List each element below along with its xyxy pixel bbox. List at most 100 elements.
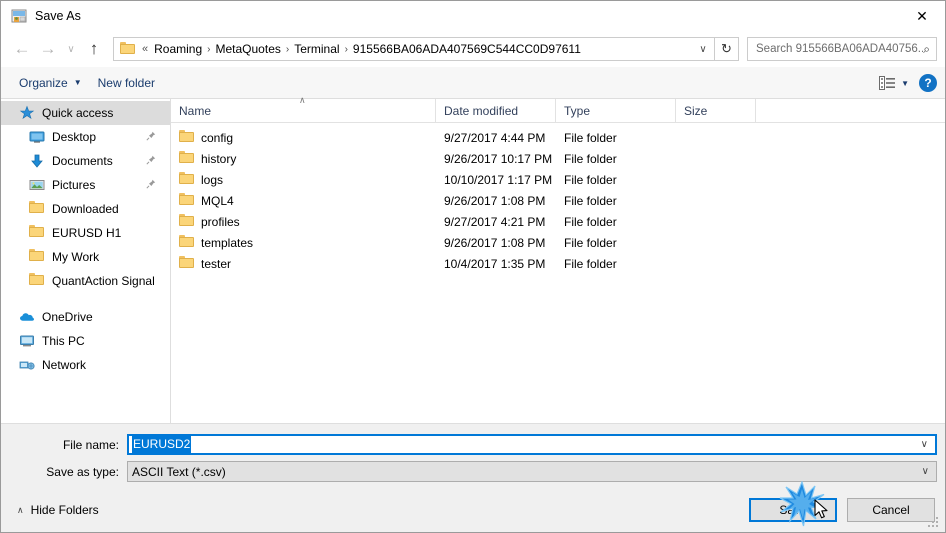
table-row[interactable]: profiles 9/27/2017 4:21 PM File folder <box>171 211 945 232</box>
sidebar-item-my-work[interactable]: My Work <box>1 245 170 269</box>
folder-icon <box>29 201 45 217</box>
folder-icon <box>179 150 194 167</box>
network-icon <box>19 357 35 373</box>
search-icon: ⌕ <box>923 41 930 56</box>
save-button[interactable]: Save <box>749 498 837 522</box>
breadcrumb-segment-1[interactable]: MetaQuotes <box>212 40 285 58</box>
table-row[interactable]: tester 10/4/2017 1:35 PM File folder <box>171 253 945 274</box>
sidebar-item-documents[interactable]: Documents <box>1 149 170 173</box>
chevron-down-icon[interactable]: ∨ <box>917 466 934 477</box>
recent-locations-icon[interactable]: ∨ <box>61 35 81 63</box>
file-name-label: history <box>201 151 237 166</box>
file-date-cell: 9/27/2017 4:21 PM <box>444 214 546 229</box>
help-button[interactable]: ? <box>919 74 937 92</box>
breadcrumb-segment-3[interactable]: 915566BA06ADA407569C544CC0D97611 <box>349 40 585 58</box>
file-name-cell: config <box>171 129 436 146</box>
documents-icon <box>29 153 45 169</box>
organize-button[interactable]: Organize ▼ <box>11 72 90 94</box>
save-as-type-select[interactable]: ASCII Text (*.csv) ∨ <box>127 461 937 482</box>
file-type-cell: File folder <box>564 130 617 145</box>
star-pin-icon <box>19 105 35 121</box>
dialog-footer: File name: EURUSD2 ∨ Save as type: ASCII… <box>1 423 945 532</box>
folder-icon <box>29 225 45 241</box>
breadcrumb-segment-0[interactable]: Roaming <box>150 40 206 58</box>
file-date-cell: 9/26/2017 10:17 PM <box>444 151 553 166</box>
sidebar-item-label: Documents <box>52 154 113 168</box>
sidebar-item-desktop[interactable]: Desktop <box>1 125 170 149</box>
file-name-label: tester <box>201 256 232 271</box>
pin-icon <box>146 155 156 168</box>
sidebar-item-quick-access[interactable]: Quick access <box>1 101 170 125</box>
organize-label: Organize <box>19 75 68 90</box>
file-name-label: MQL4 <box>201 193 234 208</box>
breadcrumb-overflow[interactable]: « <box>140 43 150 55</box>
save-as-type-value: ASCII Text (*.csv) <box>132 464 226 479</box>
file-name-cell: tester <box>171 255 436 272</box>
search-box[interactable]: Search 915566BA06ADA40756... ⌕ <box>747 37 937 61</box>
column-headers: Name Date modified Type Size ∧ <box>171 95 945 123</box>
sidebar-item-label: Desktop <box>52 130 97 144</box>
hide-folders-button[interactable]: ∧ Hide Folders <box>9 503 99 517</box>
file-date-cell: 9/26/2017 1:08 PM <box>444 235 546 250</box>
sidebar-item-label: Pictures <box>52 178 96 192</box>
toolbar-right-group: ▼ ? <box>879 67 937 99</box>
file-name-cell: profiles <box>171 213 436 230</box>
new-folder-button[interactable]: New folder <box>90 72 163 94</box>
table-row[interactable]: logs 10/10/2017 1:17 PM File folder <box>171 169 945 190</box>
forward-icon[interactable]: → <box>35 35 61 63</box>
sidebar-item-label: This PC <box>42 334 85 348</box>
sidebar-item-onedrive[interactable]: OneDrive <box>1 305 170 329</box>
file-list-pane: Name Date modified Type Size ∧ config 9/… <box>171 95 945 423</box>
column-header-type[interactable]: Type <box>556 99 676 123</box>
file-name-label: File name: <box>62 437 119 452</box>
address-bar[interactable]: « Roaming › MetaQuotes › Terminal › 9155… <box>113 37 715 61</box>
file-date-cell: 9/26/2017 1:08 PM <box>444 193 546 208</box>
navigation-pane: Quick access Desktop Documents Pictures … <box>1 99 171 423</box>
file-name-row: File name: EURUSD2 ∨ <box>1 434 945 455</box>
resize-grip[interactable] <box>928 517 940 529</box>
search-input[interactable]: Search 915566BA06ADA40756... <box>756 43 923 55</box>
address-dropdown-icon[interactable]: ∨ <box>694 44 712 55</box>
sidebar-item-eurusd-h1[interactable]: EURUSD H1 <box>1 221 170 245</box>
button-row: ∧ Hide Folders Save Cancel <box>1 488 945 532</box>
cancel-button[interactable]: Cancel <box>847 498 935 522</box>
file-name-input[interactable]: EURUSD2 ∨ <box>127 434 937 455</box>
sort-ascending-icon: ∧ <box>299 95 306 105</box>
pin-icon <box>146 131 156 144</box>
sidebar-item-label: QuantAction Signal <box>52 274 155 288</box>
sidebar-item-downloaded[interactable]: Downloaded <box>1 197 170 221</box>
table-row[interactable]: MQL4 9/26/2017 1:08 PM File folder <box>171 190 945 211</box>
refresh-icon[interactable]: ↻ <box>715 37 739 61</box>
chevron-down-icon: ▼ <box>901 78 909 88</box>
onedrive-icon <box>19 309 35 325</box>
pin-icon <box>146 179 156 192</box>
change-view-button[interactable]: ▼ <box>879 76 909 90</box>
sidebar-item-this-pc[interactable]: This PC <box>1 329 170 353</box>
breadcrumb-segment-2[interactable]: Terminal <box>290 40 343 58</box>
table-row[interactable]: config 9/27/2017 4:44 PM File folder <box>171 127 945 148</box>
column-header-size[interactable]: Size <box>676 99 756 123</box>
folder-icon <box>179 255 194 272</box>
new-folder-label: New folder <box>97 75 155 90</box>
table-row[interactable]: templates 9/26/2017 1:08 PM File folder <box>171 232 945 253</box>
sidebar-item-network[interactable]: Network <box>1 353 170 377</box>
command-toolbar: Organize ▼ New folder ▼ ? <box>1 67 945 99</box>
chevron-down-icon[interactable]: ∨ <box>916 439 933 450</box>
column-header-date-modified[interactable]: Date modified <box>436 99 556 123</box>
sidebar-item-pictures[interactable]: Pictures <box>1 173 170 197</box>
close-button[interactable]: ✕ <box>899 1 945 31</box>
file-name-cell: logs <box>171 171 436 188</box>
up-icon[interactable]: ↑ <box>81 35 107 63</box>
folder-icon <box>29 249 45 265</box>
save-as-type-row: Save as type: ASCII Text (*.csv) ∨ <box>1 461 945 482</box>
file-date-cell: 10/4/2017 1:35 PM <box>444 256 546 271</box>
table-row[interactable]: history 9/26/2017 10:17 PM File folder <box>171 148 945 169</box>
file-date-cell: 10/10/2017 1:17 PM <box>444 172 553 187</box>
back-icon[interactable]: ← <box>9 35 35 63</box>
chevron-up-icon: ∧ <box>17 504 24 515</box>
sidebar-item-quantaction-signal[interactable]: QuantAction Signal <box>1 269 170 293</box>
file-name-label: logs <box>201 172 224 187</box>
folder-icon <box>179 234 194 251</box>
hide-folders-label: Hide Folders <box>30 503 99 517</box>
save-as-icon <box>11 8 27 24</box>
